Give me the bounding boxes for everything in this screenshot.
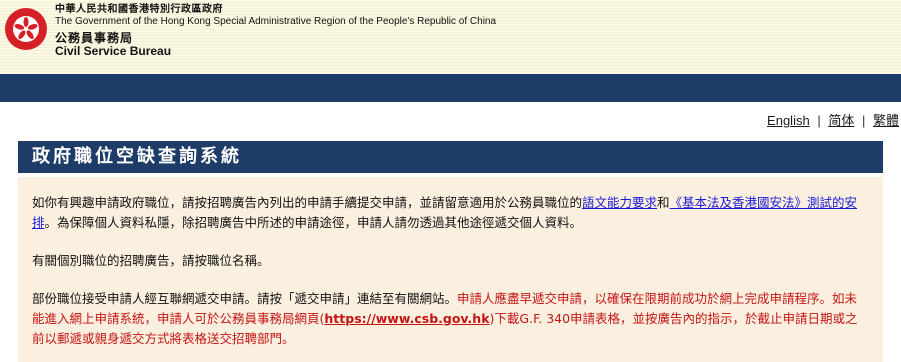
government-name-zh: 中華人民共和國香港特別行政區政府	[55, 4, 223, 15]
notice-paragraph-application: 如你有興趣申請政府職位，請按招聘廣告內列出的申請手續提交申請，並請留意適用於公務…	[32, 193, 869, 233]
page-title: 政府職位空缺查詢系統	[18, 141, 883, 173]
lang-separator: |	[861, 113, 866, 128]
language-requirement-link[interactable]: 語文能力要求	[582, 195, 657, 210]
department-name-zh: 公務員事務局	[55, 31, 134, 45]
department-name-en: Civil Service Bureau	[55, 44, 172, 58]
lang-traditional-link[interactable]: 繁體	[873, 113, 899, 128]
navigation-bar	[0, 74, 901, 102]
notice-paragraph-job-ads: 有關個別職位的招聘廣告，請按職位名稱。	[32, 253, 270, 268]
notice-paragraph-online: 部份職位接受申請人經互聯網遞交申請。請按「遞交申請」連結至有關網站。申請人應盡早…	[32, 289, 869, 349]
government-title-block: 中華人民共和國香港特別行政區政府 The Government of the H…	[55, 4, 496, 58]
notice-panel: 如你有興趣申請政府職位，請按招聘廣告內列出的申請手續提交申請，並請留意適用於公務…	[18, 177, 883, 362]
notice-text: 如你有興趣申請政府職位，請按招聘廣告內列出的申請手續提交申請，並請留意適用於公務…	[32, 195, 583, 210]
csb-website-link[interactable]: https://www.csb.gov.hk	[324, 311, 489, 326]
government-name-en: The Government of the Hong Kong Special …	[55, 16, 497, 27]
lang-english-link[interactable]: English	[767, 113, 810, 128]
notice-text: 和	[657, 195, 670, 210]
notice-text: 。為保障個人資料私隱，除招聘廣告中所述的申請途徑，申請人請勿透過其他途徑遞交個人…	[44, 215, 583, 230]
notice-text: 部份職位接受申請人經互聯網遞交申請。請按「遞交申請」連結至有關網站。	[32, 291, 458, 306]
lang-simplified-link[interactable]: 简体	[828, 113, 854, 128]
hksar-emblem-icon[interactable]	[4, 7, 48, 51]
language-switcher: English | 简体 | 繁體	[767, 110, 899, 129]
lang-separator: |	[817, 113, 821, 128]
government-header: 中華人民共和國香港特別行政區政府 The Government of the H…	[0, 0, 901, 74]
